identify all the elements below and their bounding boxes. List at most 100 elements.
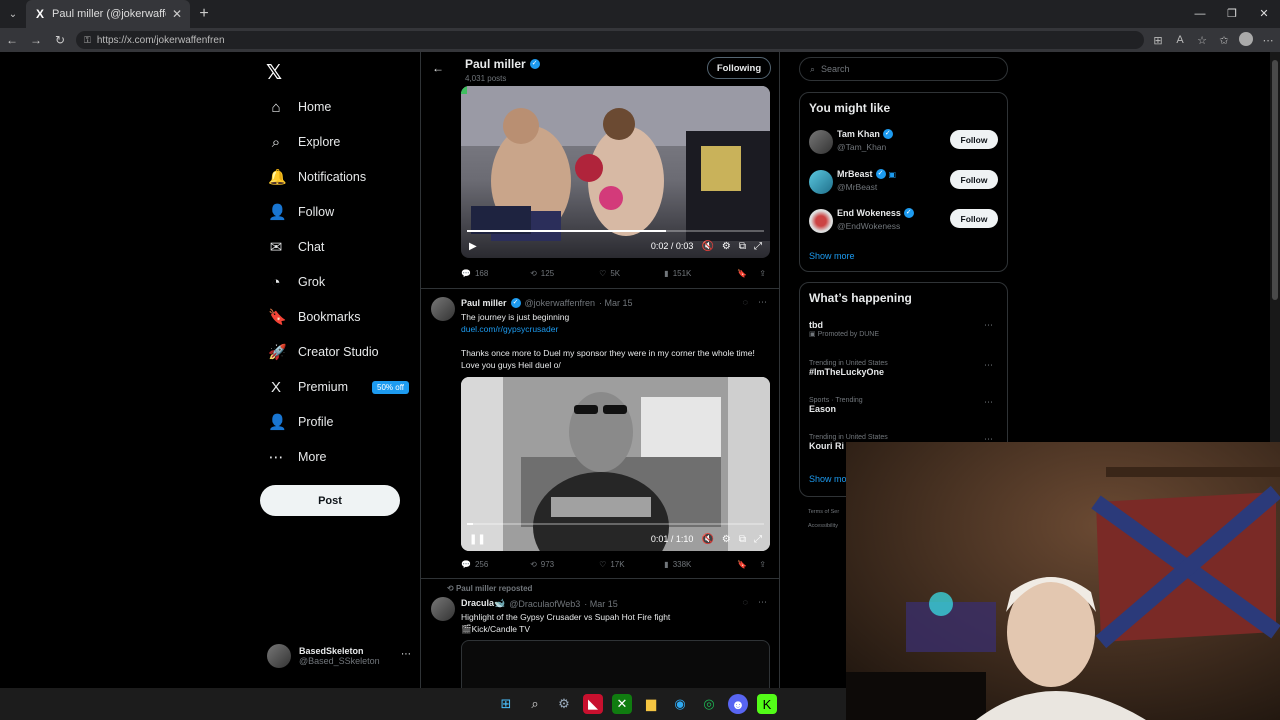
page-scrollbar[interactable]	[1270, 52, 1280, 442]
tweet-author-avatar[interactable]	[431, 597, 455, 621]
footer-terms-link[interactable]: Terms of Ser	[808, 509, 839, 515]
footer-accessibility-link[interactable]: Accessibility	[808, 523, 838, 529]
nav-item-explore[interactable]: ⌕ Explore	[268, 130, 341, 154]
suggestion-mrbeast[interactable]: MrBeast ✓ ▣ @MrBeast Follow	[809, 169, 999, 195]
play-icon[interactable]: ▶	[469, 241, 477, 252]
browser-menu-icon[interactable]: ⋯	[1260, 34, 1276, 47]
views-button[interactable]: ▮ 151K	[664, 269, 737, 278]
xbox-icon[interactable]: ✕	[612, 694, 632, 714]
nav-item-follow[interactable]: 👤 Follow	[268, 200, 334, 224]
file-explorer-icon[interactable]: ▆	[641, 694, 661, 714]
repost-button[interactable]: ⟲ 125	[530, 269, 599, 278]
app-available-icon[interactable]: ⊞	[1150, 34, 1166, 47]
nav-item-profile[interactable]: 👤 Profile	[268, 410, 333, 434]
video-progress-track[interactable]	[467, 523, 764, 525]
kick-app-icon[interactable]: K	[757, 694, 777, 714]
nav-item-notifications[interactable]: 🔔 Notifications	[268, 165, 366, 189]
nav-item-premium[interactable]: X Premium 50% off	[268, 375, 409, 399]
app-red-icon[interactable]: ◣	[583, 694, 603, 714]
tweet-date[interactable]: · Mar 15	[599, 298, 633, 308]
show-more-link[interactable]: Show mo	[809, 474, 847, 484]
embedded-media[interactable]	[461, 640, 770, 692]
fullscreen-icon[interactable]: ⤢	[754, 534, 762, 545]
favorite-star-icon[interactable]: ☆	[1194, 34, 1210, 47]
account-switcher[interactable]: BasedSkeleton @Based_SSkeleton ⋯	[267, 644, 411, 668]
bookmark-icon[interactable]: 🔖	[737, 269, 747, 278]
tweet-more-icon[interactable]: ⋯	[758, 297, 767, 308]
settings-gear-icon[interactable]: ⚙	[722, 534, 731, 545]
follow-button[interactable]: Follow	[950, 209, 998, 228]
settings-gear-icon[interactable]: ⚙	[554, 694, 574, 714]
tweet-author-name[interactable]: Dracula🐋	[461, 598, 505, 609]
browser-tab[interactable]: X Paul miller (@jokerwaffenfren) / X ✕	[26, 0, 190, 28]
tab-list-dropdown[interactable]: ⌄	[0, 0, 26, 28]
like-button[interactable]: ♡ 5K	[599, 269, 664, 278]
restore-icon[interactable]: ❐	[1216, 0, 1248, 28]
picture-in-picture-icon[interactable]: ⧉	[739, 534, 746, 545]
post-button[interactable]: Post	[260, 485, 400, 516]
tweet-author-name[interactable]: Paul miller	[461, 298, 507, 308]
minimize-icon[interactable]: —	[1184, 0, 1216, 28]
nav-item-creator-studio[interactable]: 🚀 Creator Studio	[268, 340, 379, 364]
back-arrow-icon[interactable]: ←	[432, 61, 444, 75]
picture-in-picture-icon[interactable]: ⧉	[739, 241, 746, 252]
nav-item-home[interactable]: ⌂ Home	[268, 95, 331, 119]
trend-item[interactable]: tbd ▣ Promoted by DUNE ⋯	[809, 320, 999, 338]
close-window-icon[interactable]: ✕	[1248, 0, 1280, 28]
read-aloud-icon[interactable]: A	[1172, 34, 1188, 46]
like-button[interactable]: ♡ 17K	[599, 560, 664, 569]
search-icon[interactable]: ⌕	[525, 694, 545, 714]
back-arrow-icon[interactable]: ←	[0, 33, 24, 47]
reply-button[interactable]: 💬 256	[461, 560, 530, 569]
airport-video[interactable]: ❚❚ 0:01 / 1:10 🔇 ⚙ ⧉ ⤢	[461, 377, 770, 551]
account-more-icon[interactable]: ⋯	[401, 649, 411, 660]
tweet-author-avatar[interactable]	[431, 297, 455, 321]
scrollbar-thumb[interactable]	[1272, 60, 1278, 300]
new-tab-button[interactable]: +	[190, 5, 218, 23]
follow-button[interactable]: Follow	[950, 130, 998, 149]
discord-icon[interactable]: ☻	[728, 694, 748, 714]
tweet-author-handle[interactable]: @jokerwaffenfren	[525, 298, 596, 308]
x-logo-icon[interactable]: 𝕏	[266, 60, 282, 85]
spotify-icon[interactable]: ◎	[699, 694, 719, 714]
tweet-author-handle[interactable]: @DraculaofWeb3	[509, 599, 580, 609]
tweet-date[interactable]: · Mar 15	[584, 599, 618, 609]
grok-explain-icon[interactable]: ◌	[743, 597, 748, 608]
trend-more-icon[interactable]: ⋯	[984, 320, 993, 331]
views-button[interactable]: ▮ 338K	[664, 560, 737, 569]
show-more-link[interactable]: Show more	[809, 251, 855, 261]
tweet-link[interactable]: duel.com/r/gypsycrusader	[461, 323, 771, 335]
share-icon[interactable]: ⇪	[759, 560, 766, 569]
following-button[interactable]: Following	[707, 57, 771, 79]
suggestion-tam-khan[interactable]: Tam Khan ✓ @Tam_Khan Follow	[809, 129, 999, 155]
reposted-label[interactable]: ⟲ Paul miller reposted	[447, 584, 532, 593]
video-progress-track[interactable]	[467, 230, 764, 232]
profile-avatar-icon[interactable]	[1238, 31, 1254, 49]
nav-item-more[interactable]: ⋯ More	[268, 445, 327, 469]
settings-gear-icon[interactable]: ⚙	[722, 241, 731, 252]
reply-button[interactable]: 💬 168	[461, 269, 530, 278]
boxing-video[interactable]: ▶ 0:02 / 0:03 🔇 ⚙ ⧉ ⤢	[461, 86, 770, 258]
trend-item[interactable]: Trending in United States #ImTheLuckyOne…	[809, 360, 999, 377]
volume-muted-icon[interactable]: 🔇	[701, 241, 713, 252]
pause-icon[interactable]: ❚❚	[469, 534, 486, 545]
trend-item[interactable]: Sports · Trending Eason ⋯	[809, 397, 999, 414]
bookmark-icon[interactable]: 🔖	[737, 560, 747, 569]
favorites-icon[interactable]: ✩	[1216, 34, 1232, 47]
edge-browser-icon[interactable]: ◉	[670, 694, 690, 714]
reload-icon[interactable]: ↻	[48, 33, 72, 47]
windows-start-icon[interactable]: ⊞	[496, 694, 516, 714]
tweet-more-icon[interactable]: ⋯	[758, 597, 767, 608]
fullscreen-icon[interactable]: ⤢	[754, 241, 762, 252]
close-tab-icon[interactable]: ✕	[172, 7, 182, 21]
share-icon[interactable]: ⇪	[759, 269, 766, 278]
site-info-icon[interactable]: ⚿	[84, 35, 91, 46]
repost-button[interactable]: ⟲ 973	[530, 560, 599, 569]
url-field[interactable]: ⚿ https://x.com/jokerwaffenfren	[76, 31, 1144, 49]
trend-more-icon[interactable]: ⋯	[984, 397, 993, 408]
follow-button[interactable]: Follow	[950, 170, 998, 189]
forward-arrow-icon[interactable]: →	[24, 33, 48, 47]
nav-item-bookmarks[interactable]: 🔖 Bookmarks	[268, 305, 361, 329]
nav-item-grok[interactable]: ◔ Grok	[268, 270, 325, 294]
suggestion-end-wokeness[interactable]: End Wokeness ✓ @EndWokeness Follow	[809, 208, 999, 234]
